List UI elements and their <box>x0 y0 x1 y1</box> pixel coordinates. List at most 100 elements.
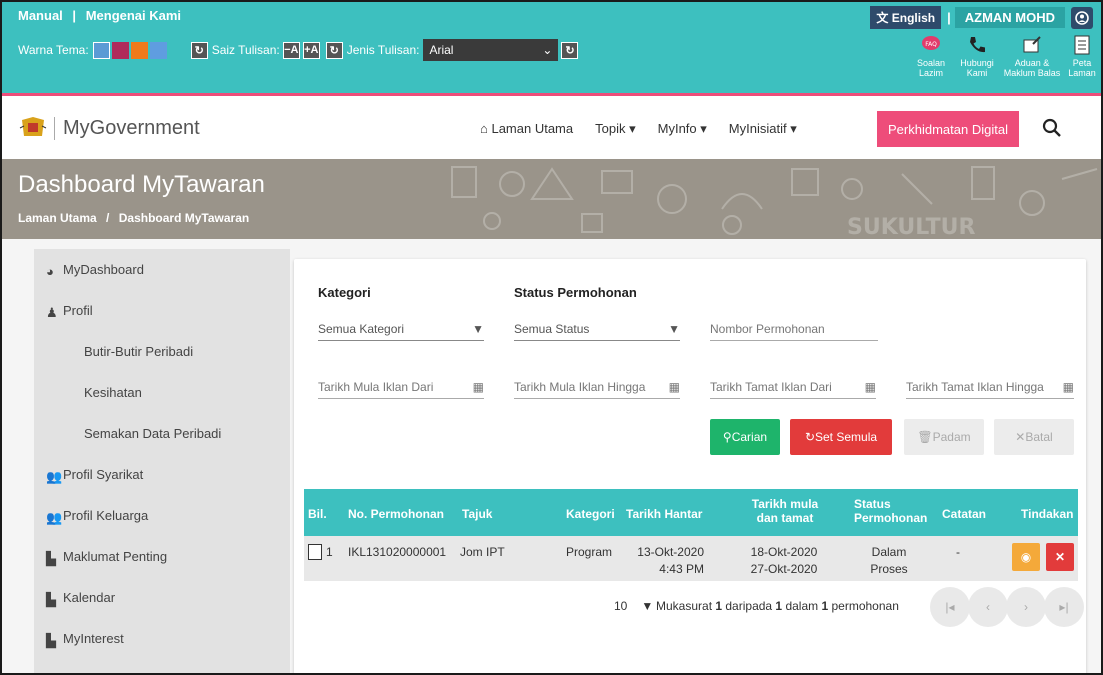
sidebar-item-profil-keluarga[interactable]: 👥 Profil Keluarga <box>34 495 290 536</box>
quick-link-feedback[interactable]: Aduan & Maklum Balas <box>1003 34 1061 78</box>
quick-link-sitemap[interactable]: Peta Laman <box>1067 34 1097 78</box>
manual-link[interactable]: Manual <box>18 8 63 23</box>
theme-label: Warna Tema: <box>18 43 89 57</box>
batal-button[interactable]: ✕ Batal <box>994 419 1074 455</box>
button-label: Batal <box>1025 430 1053 444</box>
main-nav: MyGovernment ⌂ Laman Utama Topik ▾ MyInf… <box>2 99 1101 159</box>
kategori-label: Kategori <box>318 285 371 300</box>
quick-link-label: Soalan Lazim <box>916 58 946 78</box>
sidebar-item-profil[interactable]: ♟ Profil <box>34 290 290 331</box>
trash-icon: 🗑 <box>917 430 933 444</box>
tarikh-tamat-hingga-input[interactable]: Tarikh Tamat Iklan Hingga ▦ <box>906 375 1074 399</box>
search-icon[interactable] <box>1042 118 1062 138</box>
theme-blue[interactable] <box>92 41 110 59</box>
page-title: Dashboard MyTawaran <box>18 171 265 198</box>
calendar-icon: ▦ <box>472 379 484 394</box>
carian-button[interactable]: ⚲ Carian <box>710 419 780 455</box>
sidebar-item-maklumat-penting[interactable]: ▙ Maklumat Penting <box>34 536 290 577</box>
mygov-logo[interactable]: MyGovernment <box>18 116 200 140</box>
theme-maroon[interactable] <box>111 41 129 59</box>
cell-no: IKL131020000001 <box>348 545 447 559</box>
menu-myinfo[interactable]: MyInfo ▾ <box>658 121 707 137</box>
cell-tamat: 27-Okt-2020 <box>750 562 818 576</box>
cell-tajuk: Jom IPT <box>460 545 505 559</box>
cell-hantar-date: 13-Okt-2020 <box>637 545 704 559</box>
next-page-icon[interactable]: › <box>1006 587 1046 627</box>
last-page-icon[interactable]: ▸| <box>1044 587 1084 627</box>
breadcrumb-home[interactable]: Laman Utama <box>18 211 97 225</box>
sidebar-item-mydashboard[interactable]: ◕ MyDashboard <box>34 249 290 290</box>
font-increase-button[interactable]: +A <box>302 41 320 59</box>
input-placeholder: Tarikh Tamat Iklan Hingga <box>906 379 1044 394</box>
table-row[interactable]: 1 IKL131020000001 Jom IPT Program 13-Okt… <box>304 536 1078 581</box>
separator: | <box>72 8 77 23</box>
view-icon[interactable]: ◉ <box>1012 543 1040 571</box>
row-checkbox[interactable] <box>308 544 322 560</box>
sidebar-item-label: Kesihatan <box>84 385 142 400</box>
sidebar-item-label: Profil Syarikat <box>63 467 144 482</box>
sidebar-item-profil-syarikat[interactable]: 👥 Profil Syarikat <box>34 454 290 495</box>
font-decrease-button[interactable]: −A <box>282 41 300 59</box>
theme-orange[interactable] <box>130 41 148 59</box>
caret-down-icon: ▾ <box>696 121 707 136</box>
first-page-icon[interactable]: |◂ <box>930 587 970 627</box>
padam-button[interactable]: 🗑 Padam <box>904 419 984 455</box>
group-icon: 👥 <box>46 469 63 484</box>
sidebar-item-label: Maklumat Penting <box>63 549 168 564</box>
theme-lightblue[interactable] <box>149 41 167 59</box>
sidebar-item-myinterest[interactable]: ▙ MyInterest <box>34 618 290 659</box>
quick-link-faq[interactable]: FAQ Soalan Lazim <box>911 34 951 78</box>
separator: | <box>947 10 951 25</box>
faq-icon: FAQ <box>922 36 940 50</box>
font-select[interactable]: Arial ⌄ <box>423 39 559 61</box>
cell-catatan: - <box>956 545 960 559</box>
content-area: ◕ MyDashboard ♟ Profil Butir-Butir Peribad… <box>2 239 1101 673</box>
digital-services-button[interactable]: Perkhidmatan Digital <box>877 111 1019 147</box>
col-tindakan: Tindakan <box>1021 507 1074 521</box>
menu-home[interactable]: ⌂ Laman Utama <box>480 121 573 137</box>
language-button[interactable]: 文 English <box>870 6 942 29</box>
reset-font-icon[interactable]: ↻ <box>325 41 343 59</box>
quick-link-contact[interactable]: Hubungi Kami <box>957 34 997 78</box>
main-menu: ⌂ Laman Utama Topik ▾ MyInfo ▾ MyInisiat… <box>480 121 797 137</box>
tarikh-mula-hingga-input[interactable]: Tarikh Mula Iklan Hingga ▦ <box>514 375 680 399</box>
browser-frame: Manual | Mengenai Kami Warna Tema: ↻ Sai… <box>0 0 1103 675</box>
set-semula-button[interactable]: ↻ Set Semula <box>790 419 892 455</box>
menu-myinisiatif[interactable]: MyInisiatif ▾ <box>729 121 797 137</box>
svg-text:FAQ: FAQ <box>925 41 937 48</box>
quick-link-label: Aduan & Maklum Balas <box>1003 58 1061 78</box>
cell-kategori: Program <box>566 545 613 559</box>
page-banner: SUKULTUR Dashboard MyTawaran Laman Utama… <box>2 159 1101 239</box>
breadcrumb: Laman Utama / Dashboard MyTawaran <box>18 211 249 225</box>
status-select[interactable]: Semua Status ▼ <box>514 317 680 341</box>
caret-down-icon: ▼ <box>668 321 680 336</box>
reset-fonttype-icon[interactable]: ↻ <box>561 41 579 59</box>
kategori-select[interactable]: Semua Kategori ▼ <box>318 317 484 341</box>
sidebar-item-kesihatan[interactable]: Kesihatan <box>34 372 290 413</box>
prev-page-icon[interactable]: ‹ <box>968 587 1008 627</box>
about-link[interactable]: Mengenai Kami <box>86 8 181 23</box>
table-header: Bil. No. Permohonan Tajuk Kategori Tarik… <box>304 489 1078 536</box>
sidebar-item-label: Profil <box>63 303 93 318</box>
reset-theme-icon[interactable]: ↻ <box>190 41 208 59</box>
user-name[interactable]: AZMAN MOHD <box>954 7 1065 28</box>
delete-icon[interactable]: ✕ <box>1046 543 1074 571</box>
status-label: Status Permohonan <box>514 285 637 300</box>
per-page-select[interactable]: 10 ▼ <box>614 599 653 613</box>
tarikh-mula-dari-input[interactable]: Tarikh Mula Iklan Dari ▦ <box>318 375 484 399</box>
cell-bil: 1 <box>326 545 333 559</box>
nombor-permohonan-input[interactable]: Nombor Permohonan <box>710 317 878 341</box>
tarikh-tamat-dari-input[interactable]: Tarikh Tamat Iklan Dari ▦ <box>710 375 876 399</box>
summary-text: daripada <box>722 599 776 613</box>
caret-down-icon: ▼ <box>472 321 484 336</box>
sidebar-item-label: Butir-Butir Peribadi <box>84 344 194 359</box>
user-icon[interactable] <box>1071 6 1093 29</box>
summary-text: permohonan <box>828 599 899 613</box>
menu-topik[interactable]: Topik ▾ <box>595 121 636 137</box>
calendar-icon: ▦ <box>1062 379 1074 394</box>
group-icon: 👥 <box>46 510 63 525</box>
sidebar-item-butir-peribadi[interactable]: Butir-Butir Peribadi <box>34 331 290 372</box>
sidebar-item-kalendar[interactable]: ▙ Kalendar <box>34 577 290 618</box>
sidebar-item-semakan-data[interactable]: Semakan Data Peribadi <box>34 413 290 454</box>
caret-down-icon: ▾ <box>625 121 636 136</box>
